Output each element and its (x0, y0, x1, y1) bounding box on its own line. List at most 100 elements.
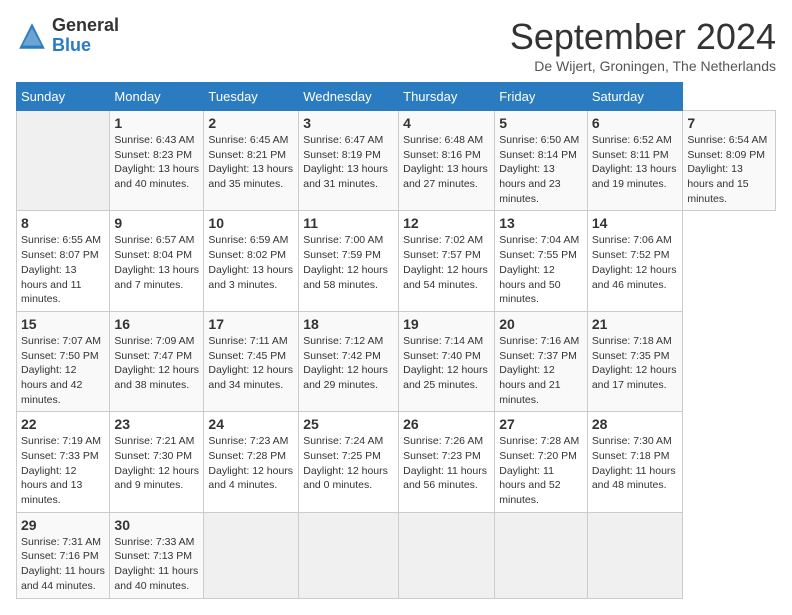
day-number: 27 (499, 416, 583, 432)
day-number: 26 (403, 416, 490, 432)
day-number: 28 (592, 416, 679, 432)
day-cell-29: 29 Sunrise: 7:31 AM Sunset: 7:16 PM Dayl… (17, 512, 110, 598)
week-row-5: 29 Sunrise: 7:31 AM Sunset: 7:16 PM Dayl… (17, 512, 776, 598)
day-cell-28: 28 Sunrise: 7:30 AM Sunset: 7:18 PM Dayl… (587, 412, 683, 512)
day-number: 6 (592, 115, 679, 131)
day-info: Sunrise: 7:09 AM Sunset: 7:47 PM Dayligh… (114, 334, 199, 393)
day-info: Sunrise: 7:23 AM Sunset: 7:28 PM Dayligh… (208, 434, 294, 493)
day-cell-26: 26 Sunrise: 7:26 AM Sunset: 7:23 PM Dayl… (399, 412, 495, 512)
calendar-header-row: Sunday Monday Tuesday Wednesday Thursday… (17, 83, 776, 111)
day-info: Sunrise: 6:57 AM Sunset: 8:04 PM Dayligh… (114, 233, 199, 292)
day-info: Sunrise: 7:30 AM Sunset: 7:18 PM Dayligh… (592, 434, 679, 493)
day-info: Sunrise: 6:43 AM Sunset: 8:23 PM Dayligh… (114, 133, 199, 192)
day-cell-4: 4 Sunrise: 6:48 AM Sunset: 8:16 PM Dayli… (399, 111, 495, 211)
day-cell-20: 20 Sunrise: 7:16 AM Sunset: 7:37 PM Dayl… (495, 311, 588, 411)
day-cell-18: 18 Sunrise: 7:12 AM Sunset: 7:42 PM Dayl… (299, 311, 399, 411)
col-thursday: Thursday (399, 83, 495, 111)
col-wednesday: Wednesday (299, 83, 399, 111)
day-cell-5: 5 Sunrise: 6:50 AM Sunset: 8:14 PM Dayli… (495, 111, 588, 211)
day-info: Sunrise: 7:12 AM Sunset: 7:42 PM Dayligh… (303, 334, 394, 393)
day-number: 1 (114, 115, 199, 131)
day-cell-14: 14 Sunrise: 7:06 AM Sunset: 7:52 PM Dayl… (587, 211, 683, 311)
day-info: Sunrise: 7:26 AM Sunset: 7:23 PM Dayligh… (403, 434, 490, 493)
logo: General Blue (16, 16, 119, 56)
day-info: Sunrise: 7:31 AM Sunset: 7:16 PM Dayligh… (21, 535, 105, 594)
day-cell-21: 21 Sunrise: 7:18 AM Sunset: 7:35 PM Dayl… (587, 311, 683, 411)
calendar-table: Sunday Monday Tuesday Wednesday Thursday… (16, 82, 776, 599)
empty-cell (399, 512, 495, 598)
day-info: Sunrise: 7:14 AM Sunset: 7:40 PM Dayligh… (403, 334, 490, 393)
day-number: 13 (499, 215, 583, 231)
logo-blue-text: Blue (52, 36, 119, 56)
day-info: Sunrise: 7:19 AM Sunset: 7:33 PM Dayligh… (21, 434, 105, 507)
day-info: Sunrise: 7:24 AM Sunset: 7:25 PM Dayligh… (303, 434, 394, 493)
day-cell-16: 16 Sunrise: 7:09 AM Sunset: 7:47 PM Dayl… (110, 311, 204, 411)
day-number: 3 (303, 115, 394, 131)
page-header: General Blue September 2024 De Wijert, G… (16, 16, 776, 74)
week-row-2: 8 Sunrise: 6:55 AM Sunset: 8:07 PM Dayli… (17, 211, 776, 311)
day-info: Sunrise: 6:45 AM Sunset: 8:21 PM Dayligh… (208, 133, 294, 192)
day-cell-22: 22 Sunrise: 7:19 AM Sunset: 7:33 PM Dayl… (17, 412, 110, 512)
day-info: Sunrise: 6:52 AM Sunset: 8:11 PM Dayligh… (592, 133, 679, 192)
day-number: 16 (114, 316, 199, 332)
month-title: September 2024 (510, 16, 776, 58)
day-cell-10: 10 Sunrise: 6:59 AM Sunset: 8:02 PM Dayl… (204, 211, 299, 311)
day-number: 2 (208, 115, 294, 131)
day-cell-13: 13 Sunrise: 7:04 AM Sunset: 7:55 PM Dayl… (495, 211, 588, 311)
empty-cell (204, 512, 299, 598)
logo-general-text: General (52, 16, 119, 36)
day-cell-3: 3 Sunrise: 6:47 AM Sunset: 8:19 PM Dayli… (299, 111, 399, 211)
day-number: 25 (303, 416, 394, 432)
day-cell-7: 7 Sunrise: 6:54 AM Sunset: 8:09 PM Dayli… (683, 111, 776, 211)
empty-cell (587, 512, 683, 598)
day-cell-23: 23 Sunrise: 7:21 AM Sunset: 7:30 PM Dayl… (110, 412, 204, 512)
day-cell-6: 6 Sunrise: 6:52 AM Sunset: 8:11 PM Dayli… (587, 111, 683, 211)
day-info: Sunrise: 7:11 AM Sunset: 7:45 PM Dayligh… (208, 334, 294, 393)
location: De Wijert, Groningen, The Netherlands (510, 58, 776, 74)
logo-icon (16, 20, 48, 52)
day-number: 4 (403, 115, 490, 131)
day-cell-9: 9 Sunrise: 6:57 AM Sunset: 8:04 PM Dayli… (110, 211, 204, 311)
day-info: Sunrise: 6:54 AM Sunset: 8:09 PM Dayligh… (687, 133, 771, 206)
day-info: Sunrise: 7:04 AM Sunset: 7:55 PM Dayligh… (499, 233, 583, 306)
day-cell-2: 2 Sunrise: 6:45 AM Sunset: 8:21 PM Dayli… (204, 111, 299, 211)
day-number: 19 (403, 316, 490, 332)
day-cell-15: 15 Sunrise: 7:07 AM Sunset: 7:50 PM Dayl… (17, 311, 110, 411)
week-row-1: 1 Sunrise: 6:43 AM Sunset: 8:23 PM Dayli… (17, 111, 776, 211)
day-info: Sunrise: 6:59 AM Sunset: 8:02 PM Dayligh… (208, 233, 294, 292)
day-cell-19: 19 Sunrise: 7:14 AM Sunset: 7:40 PM Dayl… (399, 311, 495, 411)
day-number: 21 (592, 316, 679, 332)
day-number: 29 (21, 517, 105, 533)
day-cell-27: 27 Sunrise: 7:28 AM Sunset: 7:20 PM Dayl… (495, 412, 588, 512)
col-saturday: Saturday (587, 83, 683, 111)
day-cell-1: 1 Sunrise: 6:43 AM Sunset: 8:23 PM Dayli… (110, 111, 204, 211)
day-cell-17: 17 Sunrise: 7:11 AM Sunset: 7:45 PM Dayl… (204, 311, 299, 411)
day-number: 30 (114, 517, 199, 533)
day-info: Sunrise: 7:18 AM Sunset: 7:35 PM Dayligh… (592, 334, 679, 393)
day-number: 5 (499, 115, 583, 131)
day-info: Sunrise: 7:07 AM Sunset: 7:50 PM Dayligh… (21, 334, 105, 407)
day-info: Sunrise: 7:28 AM Sunset: 7:20 PM Dayligh… (499, 434, 583, 507)
day-info: Sunrise: 6:55 AM Sunset: 8:07 PM Dayligh… (21, 233, 105, 306)
day-number: 18 (303, 316, 394, 332)
day-number: 10 (208, 215, 294, 231)
day-info: Sunrise: 7:21 AM Sunset: 7:30 PM Dayligh… (114, 434, 199, 493)
day-number: 7 (687, 115, 771, 131)
day-info: Sunrise: 6:47 AM Sunset: 8:19 PM Dayligh… (303, 133, 394, 192)
empty-cell (299, 512, 399, 598)
day-number: 22 (21, 416, 105, 432)
empty-cell (495, 512, 588, 598)
day-number: 23 (114, 416, 199, 432)
day-cell-25: 25 Sunrise: 7:24 AM Sunset: 7:25 PM Dayl… (299, 412, 399, 512)
col-sunday: Sunday (17, 83, 110, 111)
day-number: 11 (303, 215, 394, 231)
day-number: 24 (208, 416, 294, 432)
day-number: 9 (114, 215, 199, 231)
day-number: 8 (21, 215, 105, 231)
week-row-4: 22 Sunrise: 7:19 AM Sunset: 7:33 PM Dayl… (17, 412, 776, 512)
day-info: Sunrise: 7:06 AM Sunset: 7:52 PM Dayligh… (592, 233, 679, 292)
day-info: Sunrise: 6:48 AM Sunset: 8:16 PM Dayligh… (403, 133, 490, 192)
day-cell-11: 11 Sunrise: 7:00 AM Sunset: 7:59 PM Dayl… (299, 211, 399, 311)
day-cell-30: 30 Sunrise: 7:33 AM Sunset: 7:13 PM Dayl… (110, 512, 204, 598)
empty-cell (17, 111, 110, 211)
